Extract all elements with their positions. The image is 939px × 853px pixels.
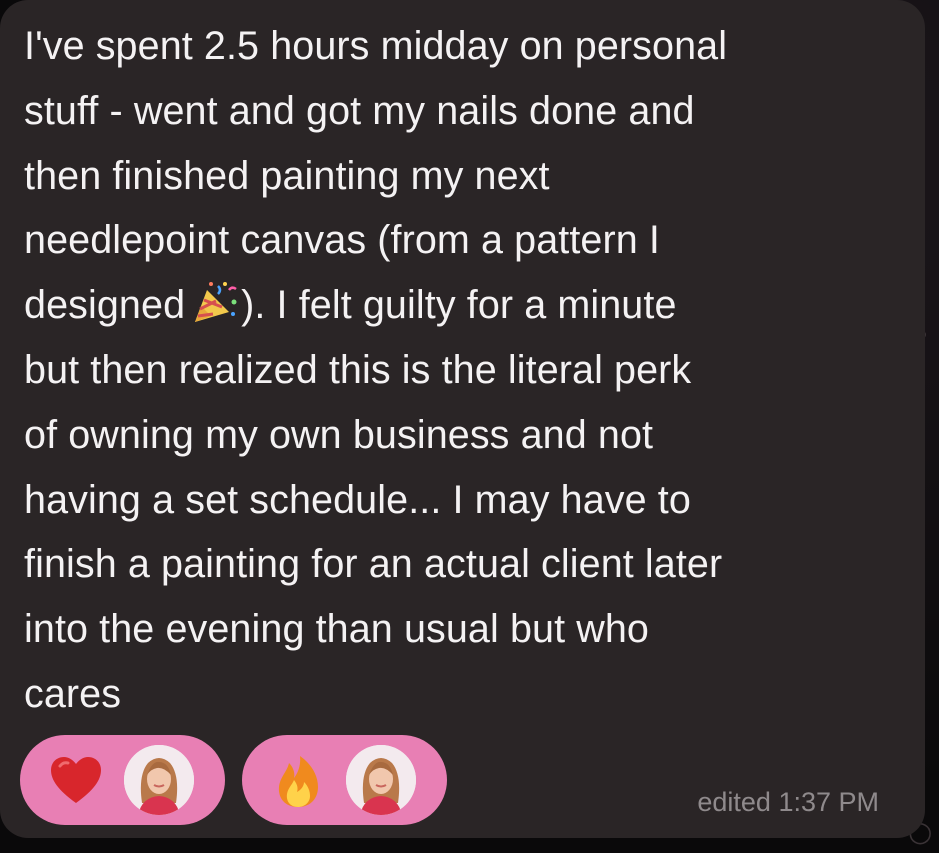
avatar: [124, 745, 194, 815]
avatar: [346, 745, 416, 815]
message-line: having a set schedule... I may have to: [24, 477, 691, 522]
message-line: of owning my own business and not: [24, 412, 654, 457]
party-popper-icon: [195, 282, 237, 323]
reaction-heart[interactable]: [20, 735, 225, 825]
message-line: finish a painting for an actual client l…: [24, 542, 723, 587]
heart-icon: [51, 757, 101, 803]
message-line: stuff - went and got my nails done and: [24, 88, 695, 133]
message-line: I've spent 2.5 hours midday on personal: [24, 24, 728, 68]
message-line: but then realized this is the literal pe…: [24, 347, 692, 392]
message-text: I've spent 2.5 hours midday on personal …: [24, 14, 904, 727]
message-line-with-emoji: designed ). I felt guilty for a minute: [24, 273, 904, 338]
fire-icon: [278, 756, 318, 807]
reaction-fire[interactable]: [242, 735, 447, 825]
message-line: cares: [24, 671, 122, 716]
message-bubble[interactable]: I've spent 2.5 hours midday on personal …: [0, 0, 925, 838]
message-line-part: designed: [24, 283, 186, 328]
message-line-part: ). I felt guilty for a minute: [241, 283, 677, 328]
message-edited-timestamp: edited 1:37 PM: [697, 787, 879, 817]
message-line: then finished painting my next: [24, 153, 550, 198]
message-line: into the evening than usual but who: [24, 607, 649, 652]
message-line: needlepoint canvas (from a pattern I: [24, 218, 660, 263]
